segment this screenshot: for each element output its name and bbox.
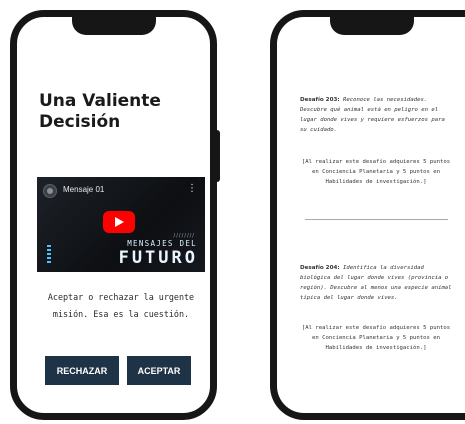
phone-side-button bbox=[215, 130, 220, 182]
challenge-203-reward: [Al realizar este desafío adquieres 5 pu… bbox=[301, 159, 451, 185]
section-divider bbox=[305, 219, 448, 220]
decorative-bars bbox=[47, 245, 51, 263]
challenge-label: Desafío 203: bbox=[300, 97, 340, 103]
accept-button[interactable]: ACEPTAR bbox=[127, 356, 191, 385]
brand-line-2: FUTURO bbox=[118, 248, 198, 268]
more-options-icon[interactable]: ⋮ bbox=[187, 183, 197, 194]
video-player[interactable]: Mensaje 01 ⋮ //////// MENSAJES DEL FUTUR… bbox=[37, 177, 205, 272]
challenge-204-reward: [Al realizar este desafío adquieres 5 pu… bbox=[301, 325, 451, 351]
brand-line-1: MENSAJES DEL bbox=[127, 239, 197, 248]
channel-avatar-icon[interactable] bbox=[43, 184, 57, 198]
play-button-icon[interactable] bbox=[103, 211, 135, 233]
right-phone-frame: Desafío 203: Reconoce las necesidades. D… bbox=[270, 10, 465, 420]
video-title[interactable]: Mensaje 01 bbox=[63, 185, 104, 194]
reject-button[interactable]: RECHAZAR bbox=[45, 356, 119, 385]
challenge-203: Desafío 203: Reconoce las necesidades. D… bbox=[300, 95, 452, 135]
challenge-204: Desafío 204: Identifica la diversidad bi… bbox=[300, 263, 452, 303]
left-phone-frame: Una Valiente Decisión Mensaje 01 ⋮ /////… bbox=[10, 10, 217, 420]
phone-notch bbox=[71, 17, 156, 35]
mission-text: Aceptar o rechazar la urgente misión. Es… bbox=[47, 292, 195, 319]
phone-notch bbox=[329, 17, 414, 35]
page-title: Una Valiente Decisión bbox=[39, 91, 161, 132]
challenge-label: Desafío 204: bbox=[300, 265, 340, 271]
